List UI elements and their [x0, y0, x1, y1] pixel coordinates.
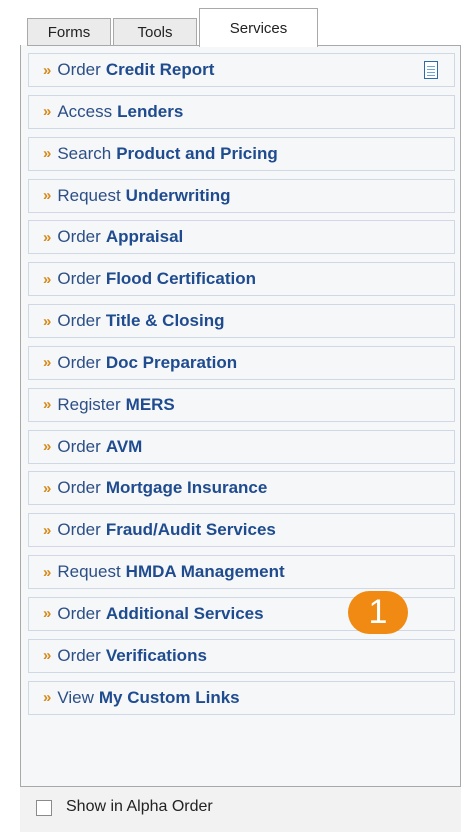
arrow-icon: » [43, 438, 52, 456]
service-item-order-flood-certification[interactable]: » Order Flood Certification [28, 262, 455, 297]
services-panel: » Order Credit Report » Access Lenders »… [20, 45, 461, 831]
document-icon[interactable] [424, 61, 438, 79]
tab-services[interactable]: Services [199, 8, 318, 47]
arrow-icon: » [43, 270, 52, 288]
service-item-search-product-and-pricing[interactable]: » Search Product and Pricing [28, 136, 455, 171]
arrow-icon: » [43, 103, 52, 121]
footer-bar: Show in Alpha Order [20, 786, 461, 832]
service-verb: Access [57, 101, 113, 121]
service-object: Mortgage Insurance [105, 478, 268, 498]
tab-forms[interactable]: Forms [27, 18, 111, 46]
arrow-icon: » [43, 647, 52, 665]
service-object: Doc Preparation [105, 352, 238, 372]
service-verb: Order [57, 645, 101, 665]
service-verb: Order [57, 227, 101, 247]
arrow-icon: » [43, 145, 52, 163]
arrow-icon: » [43, 354, 52, 372]
service-verb: Search [57, 143, 112, 163]
arrow-icon: » [43, 187, 52, 205]
service-object: My Custom Links [98, 687, 240, 707]
service-verb: Order [57, 436, 101, 456]
service-object: Appraisal [105, 227, 184, 247]
service-verb: Order [57, 520, 101, 540]
service-verb: Order [57, 60, 101, 79]
alpha-order-label[interactable]: Show in Alpha Order [66, 798, 213, 816]
service-item-access-lenders[interactable]: » Access Lenders [28, 94, 455, 129]
arrow-icon: » [43, 479, 52, 497]
service-object: Underwriting [125, 185, 231, 205]
service-item-order-mortgage-insurance[interactable]: » Order Mortgage Insurance [28, 471, 455, 506]
service-object: Product and Pricing [116, 143, 278, 163]
service-item-order-fraud-audit-services[interactable]: » Order Fraud/Audit Services [28, 513, 455, 548]
service-item-order-credit-report[interactable]: » Order Credit Report [28, 53, 455, 87]
service-verb: Request [57, 562, 121, 582]
service-object: Lenders [117, 101, 184, 121]
service-verb: Order [57, 269, 101, 289]
service-verb: Order [57, 603, 101, 623]
service-verb: Order [57, 478, 101, 498]
arrow-icon: » [43, 563, 52, 581]
arrow-icon: » [43, 689, 52, 707]
service-item-order-avm[interactable]: » Order AVM [28, 429, 455, 464]
service-object: Fraud/Audit Services [105, 520, 276, 540]
tab-bar: Forms Tools Services [27, 8, 461, 47]
arrow-icon: » [43, 61, 52, 79]
service-verb: Register [57, 394, 121, 414]
service-object: AVM [105, 436, 143, 456]
service-verb: Request [57, 185, 121, 205]
service-object: Additional Services [105, 603, 264, 623]
arrow-icon: » [43, 312, 52, 330]
service-verb: Order [57, 311, 101, 331]
tab-tools[interactable]: Tools [113, 18, 197, 46]
service-item-register-mers[interactable]: » Register MERS [28, 387, 455, 422]
service-item-order-verifications[interactable]: » Order Verifications [28, 638, 455, 673]
service-object: MERS [125, 394, 175, 414]
service-verb: Order [57, 352, 101, 372]
alpha-order-checkbox[interactable] [36, 800, 52, 816]
service-object: HMDA Management [125, 562, 285, 582]
service-verb: View [57, 687, 94, 707]
arrow-icon: » [43, 521, 52, 539]
service-item-request-hmda-management[interactable]: » Request HMDA Management [28, 555, 455, 590]
service-item-view-my-custom-links[interactable]: » View My Custom Links [28, 680, 455, 715]
service-object: Flood Certification [105, 269, 256, 289]
service-object: Credit Report [105, 60, 215, 79]
arrow-icon: » [43, 228, 52, 246]
arrow-icon: » [43, 396, 52, 414]
service-item-order-doc-preparation[interactable]: » Order Doc Preparation [28, 345, 455, 380]
service-item-order-appraisal[interactable]: » Order Appraisal [28, 220, 455, 255]
step-number-badge: 1 [348, 591, 408, 634]
service-item-order-title-closing[interactable]: » Order Title & Closing [28, 304, 455, 339]
service-item-request-underwriting[interactable]: » Request Underwriting [28, 178, 455, 213]
service-object: Title & Closing [105, 311, 225, 331]
service-object: Verifications [105, 645, 207, 665]
arrow-icon: » [43, 605, 52, 623]
